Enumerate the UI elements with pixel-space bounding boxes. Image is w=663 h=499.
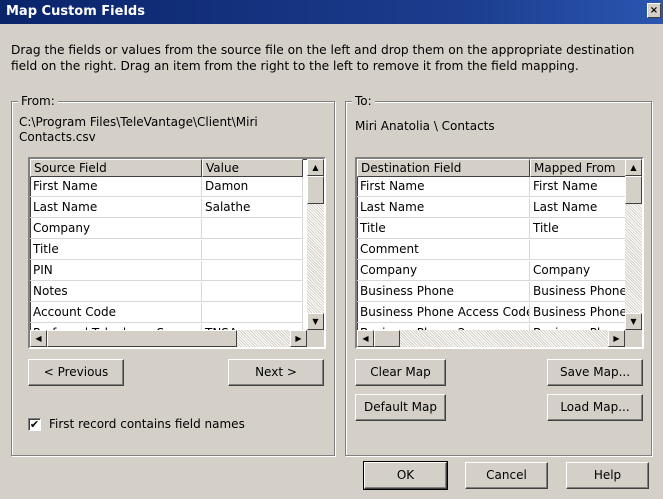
window-title: Map Custom Fields bbox=[6, 4, 145, 19]
default-map-button[interactable]: Default Map bbox=[355, 394, 446, 421]
from-legend: From: bbox=[18, 94, 58, 108]
table-row[interactable]: Title Title bbox=[357, 219, 629, 239]
previous-button[interactable]: < Previous bbox=[28, 359, 124, 386]
scroll-down-icon[interactable]: ▼ bbox=[625, 313, 642, 330]
destination-field-list[interactable]: Destination Field Mapped From First Name… bbox=[355, 157, 644, 349]
table-cell-value[interactable] bbox=[202, 219, 303, 238]
table-cell-value[interactable] bbox=[530, 240, 629, 259]
destination-target: Miri Anatolia \ Contacts bbox=[355, 119, 495, 133]
source-file-path: C:\Program Files\TeleVantage\Client\Miri… bbox=[19, 115, 258, 144]
next-button[interactable]: Next > bbox=[228, 359, 324, 386]
table-cell-value[interactable]: First Name bbox=[530, 177, 629, 196]
destination-list-hscrollbar[interactable]: ◀ ▶ bbox=[357, 330, 625, 347]
table-cell-value[interactable]: Last Name bbox=[530, 198, 629, 217]
table-cell-field[interactable]: First Name bbox=[357, 177, 530, 196]
column-header-mapped-from[interactable]: Mapped From bbox=[530, 159, 629, 177]
hscroll-thumb[interactable] bbox=[47, 330, 237, 347]
to-legend: To: bbox=[352, 94, 375, 108]
column-header-source-field[interactable]: Source Field bbox=[30, 159, 202, 177]
table-row[interactable]: First Name Damon bbox=[30, 177, 303, 197]
table-row[interactable]: Account Code bbox=[30, 303, 303, 323]
table-row[interactable]: Title bbox=[30, 240, 303, 260]
table-row[interactable]: Business Phone Business Phone bbox=[357, 282, 629, 302]
column-header-value[interactable]: Value bbox=[202, 159, 303, 177]
title-bar: Map Custom Fields × bbox=[0, 0, 663, 24]
load-map-button[interactable]: Load Map... bbox=[547, 394, 643, 421]
scroll-up-icon[interactable]: ▲ bbox=[625, 159, 642, 176]
scroll-thumb[interactable] bbox=[307, 176, 324, 204]
scroll-right-icon[interactable]: ▶ bbox=[290, 330, 307, 347]
table-row[interactable]: Comment bbox=[357, 240, 629, 260]
scroll-left-icon[interactable]: ◀ bbox=[357, 330, 374, 347]
table-cell-value[interactable]: Company bbox=[530, 261, 629, 280]
source-list-hscrollbar[interactable]: ◀ ▶ bbox=[30, 330, 307, 347]
table-cell-field[interactable]: Company bbox=[30, 219, 202, 238]
table-row[interactable]: Notes bbox=[30, 282, 303, 302]
table-row[interactable]: Company Company bbox=[357, 261, 629, 281]
source-list-header: Source Field Value bbox=[30, 159, 303, 177]
column-header-destination-field[interactable]: Destination Field bbox=[357, 159, 530, 177]
table-cell-field[interactable]: Company bbox=[357, 261, 530, 280]
table-cell-value[interactable]: Title bbox=[530, 219, 629, 238]
table-cell-value[interactable] bbox=[202, 240, 303, 259]
table-cell-field[interactable]: Last Name bbox=[30, 198, 202, 217]
table-cell-field[interactable]: Notes bbox=[30, 282, 202, 301]
source-field-list[interactable]: Source Field Value First Name Damon Last N… bbox=[28, 157, 326, 349]
source-list-vscrollbar[interactable]: ▲ ▼ bbox=[307, 159, 324, 330]
table-row[interactable]: Business Phone Access Code Business Phone bbox=[357, 303, 629, 323]
destination-list-vscrollbar[interactable]: ▲ ▼ bbox=[625, 159, 642, 330]
table-cell-value[interactable]: Business Phone bbox=[530, 282, 629, 301]
table-row[interactable]: Last Name Salathe bbox=[30, 198, 303, 218]
table-cell-field[interactable]: Comment bbox=[357, 240, 530, 259]
table-cell-field[interactable]: First Name bbox=[30, 177, 202, 196]
scroll-down-icon[interactable]: ▼ bbox=[307, 313, 324, 330]
first-record-checkbox[interactable]: ✔ bbox=[28, 418, 41, 431]
table-row[interactable]: PIN bbox=[30, 261, 303, 281]
help-button[interactable]: Help bbox=[566, 462, 649, 489]
table-cell-value[interactable] bbox=[202, 303, 303, 322]
scroll-left-icon[interactable]: ◀ bbox=[30, 330, 47, 347]
table-cell-field[interactable]: Business Phone bbox=[357, 282, 530, 301]
first-record-label[interactable]: First record contains field names bbox=[49, 417, 245, 431]
cancel-button[interactable]: Cancel bbox=[465, 462, 548, 489]
table-cell-value[interactable] bbox=[202, 261, 303, 280]
table-cell-value[interactable]: Damon bbox=[202, 177, 303, 196]
table-cell-field[interactable]: Account Code bbox=[30, 303, 202, 322]
scroll-corner bbox=[625, 330, 642, 347]
instructions-text: Drag the fields or values from the sourc… bbox=[11, 43, 635, 73]
table-cell-field[interactable]: Last Name bbox=[357, 198, 530, 217]
table-row[interactable]: Last Name Last Name bbox=[357, 198, 629, 218]
save-map-button[interactable]: Save Map... bbox=[547, 359, 643, 386]
ok-button[interactable]: OK bbox=[363, 461, 448, 490]
table-cell-field[interactable]: Title bbox=[30, 240, 202, 259]
scroll-corner bbox=[307, 330, 324, 347]
table-cell-value[interactable]: Salathe bbox=[202, 198, 303, 217]
table-cell-field[interactable]: Title bbox=[357, 219, 530, 238]
scroll-right-icon[interactable]: ▶ bbox=[608, 330, 625, 347]
close-icon[interactable]: × bbox=[647, 3, 661, 18]
scroll-thumb[interactable] bbox=[625, 176, 642, 204]
scroll-up-icon[interactable]: ▲ bbox=[307, 159, 324, 176]
destination-list-header: Destination Field Mapped From bbox=[357, 159, 629, 177]
table-cell-field[interactable]: Business Phone Access Code bbox=[357, 303, 530, 322]
clear-map-button[interactable]: Clear Map bbox=[355, 359, 446, 386]
table-row[interactable]: First Name First Name bbox=[357, 177, 629, 197]
table-cell-value[interactable] bbox=[202, 282, 303, 301]
table-cell-value[interactable]: Business Phone bbox=[530, 303, 629, 322]
hscroll-thumb[interactable] bbox=[374, 330, 400, 347]
table-row[interactable]: Company bbox=[30, 219, 303, 239]
table-cell-field[interactable]: PIN bbox=[30, 261, 202, 280]
